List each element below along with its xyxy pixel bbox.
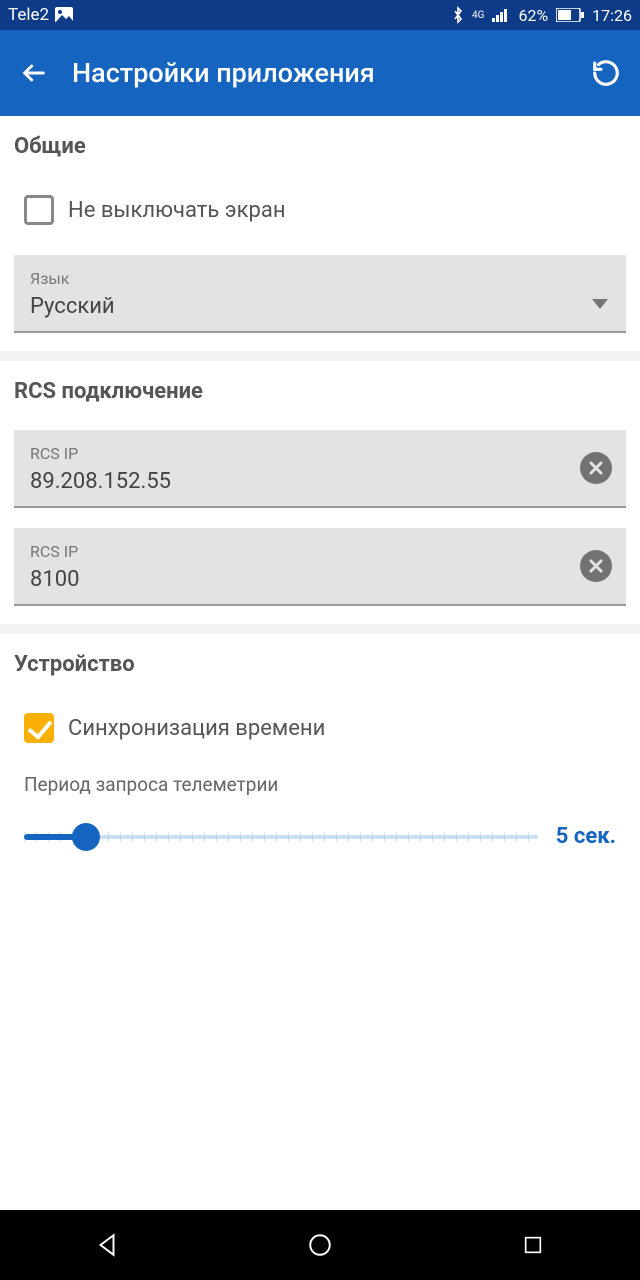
clock: 17:26: [592, 6, 632, 25]
keep-screen-checkbox[interactable]: [24, 195, 54, 225]
chevron-down-icon: [592, 294, 608, 313]
section-device: Устройство Синхронизация времени Период …: [0, 634, 640, 867]
rcs-port-field[interactable]: RCS IP 8100: [14, 528, 626, 606]
back-button[interactable]: [18, 57, 50, 89]
nav-back-button[interactable]: [77, 1225, 137, 1265]
time-sync-checkbox[interactable]: [24, 713, 54, 743]
telemetry-slider-block: Период запроса телеметрии 5 сек.: [0, 753, 640, 849]
status-bar: Tele2 4G 62% 17:26: [0, 0, 640, 30]
section-rcs-title: RCS подключение: [0, 361, 640, 410]
rcs-ip-field[interactable]: RCS IP 89.208.152.55: [14, 430, 626, 508]
section-rcs: RCS подключение RCS IP 89.208.152.55 RCS…: [0, 361, 640, 624]
keep-screen-label: Не выключать экран: [68, 198, 286, 223]
section-general-title: Общие: [0, 116, 640, 165]
content: Общие Не выключать экран Язык Русский RC…: [0, 116, 640, 1210]
bluetooth-icon: [452, 6, 464, 24]
nav-recents-button[interactable]: [503, 1225, 563, 1265]
telemetry-slider[interactable]: [24, 825, 538, 849]
battery-icon: [556, 8, 584, 22]
telemetry-caption: Период запроса телеметрии: [24, 773, 616, 796]
reset-button[interactable]: [590, 57, 622, 89]
rcs-port-value: 8100: [30, 567, 610, 592]
rcs-port-label: RCS IP: [30, 542, 610, 561]
signal-icon: [492, 8, 510, 22]
page-title: Настройки приложения: [72, 57, 568, 89]
app-bar: Настройки приложения: [0, 30, 640, 116]
rcs-ip-label: RCS IP: [30, 444, 610, 463]
image-icon: [55, 7, 73, 23]
system-nav-bar: [0, 1210, 640, 1280]
section-general: Общие Не выключать экран Язык Русский: [0, 116, 640, 351]
language-label: Язык: [30, 269, 610, 288]
rcs-ip-value: 89.208.152.55: [30, 469, 610, 494]
section-device-title: Устройство: [0, 634, 640, 683]
clear-port-button[interactable]: [580, 550, 612, 582]
telemetry-value: 5 сек.: [556, 824, 616, 849]
time-sync-label: Синхронизация времени: [68, 716, 325, 741]
clear-ip-button[interactable]: [580, 452, 612, 484]
network-4g-icon: 4G: [472, 11, 484, 20]
carrier-label: Tele2: [8, 5, 49, 25]
time-sync-checkbox-row[interactable]: Синхронизация времени: [0, 683, 640, 753]
language-select[interactable]: Язык Русский: [14, 255, 626, 333]
battery-percent: 62%: [518, 6, 548, 25]
nav-home-button[interactable]: [290, 1225, 350, 1265]
language-value: Русский: [30, 294, 610, 319]
keep-screen-checkbox-row[interactable]: Не выключать экран: [0, 165, 640, 235]
